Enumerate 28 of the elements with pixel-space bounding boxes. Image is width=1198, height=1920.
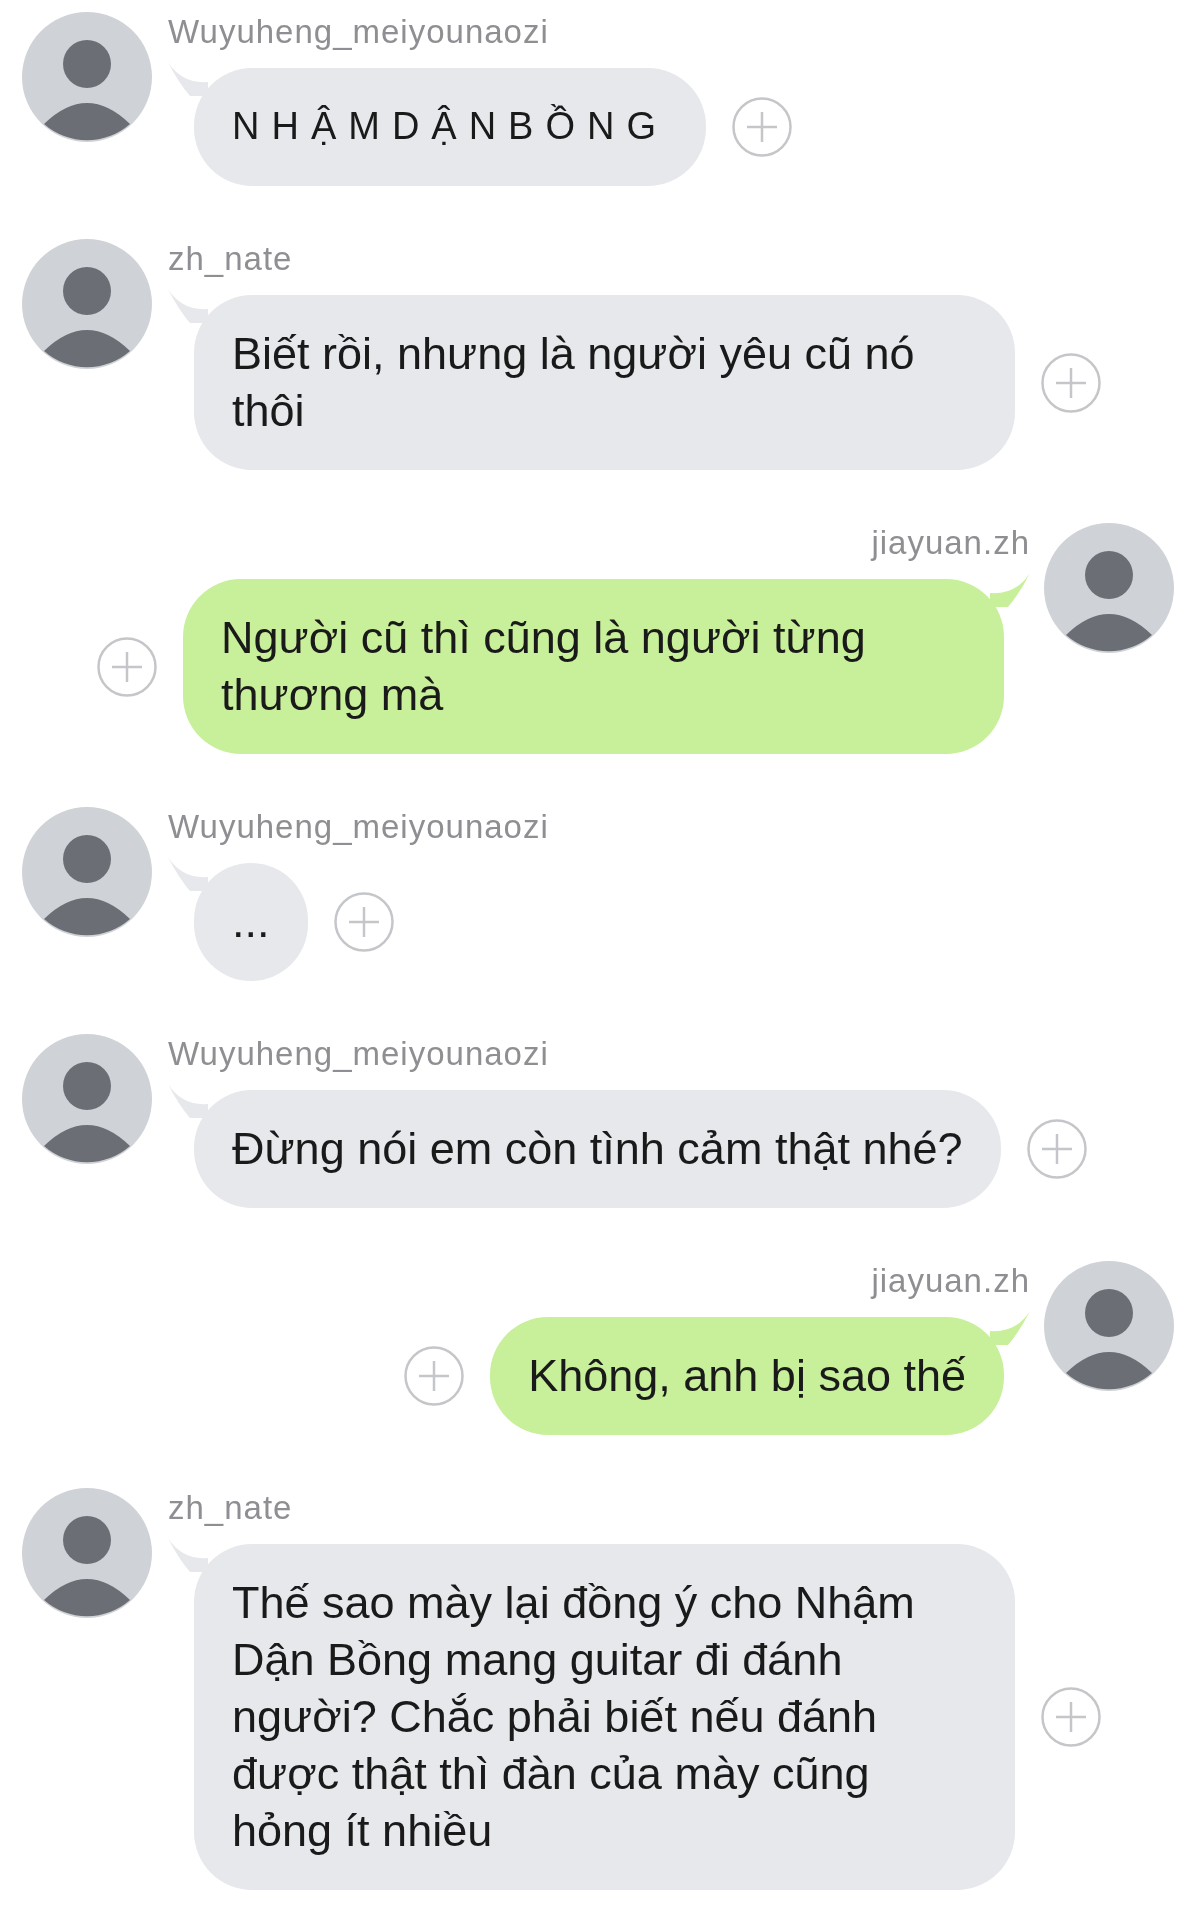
avatar[interactable] (22, 1034, 152, 1164)
bubble-tail (990, 573, 1030, 607)
bubble-tail (168, 1538, 208, 1572)
avatar[interactable] (22, 1488, 152, 1618)
bubble-tail (168, 289, 208, 323)
message-bubble: Biết rồi, nhưng là người yêu cũ nó thôi (194, 295, 1015, 470)
message-bubble: ... (194, 863, 308, 981)
message-bubble: Đừng nói em còn tình cảm thật nhé? (194, 1090, 1001, 1208)
sender-name: zh_nate (168, 1488, 294, 1528)
avatar[interactable] (22, 807, 152, 937)
sender-name: jiayuan.zh (871, 523, 1030, 563)
bubble-tail (168, 62, 208, 96)
sender-name: Wuyuheng_meiyounaozi (168, 1034, 550, 1074)
sender-name: Wuyuheng_meiyounaozi (168, 807, 549, 847)
avatar[interactable] (22, 239, 152, 369)
sender-name: Wuyuheng_meiyounaozi (168, 12, 550, 52)
avatar[interactable] (1044, 1261, 1174, 1391)
sender-name: jiayuan.zh (871, 1261, 1030, 1301)
message-bubble: Người cũ thì cũng là người từng thương mà (183, 579, 1004, 754)
bubble-tail (168, 857, 208, 891)
message-bubble: Thế sao mày lại đồng ý cho Nhậm Dận Bồng mang guitar đi đánh người? Chắc phải biết nếu đánh được thật thì đàn của mày cũng hỏng ít nhiều (194, 1544, 1015, 1890)
bubble-tail (990, 1311, 1030, 1345)
avatar[interactable] (22, 12, 152, 142)
sender-name: zh_nate (168, 239, 294, 279)
message-bubble: Không, anh bị sao thế (490, 1317, 1004, 1435)
avatar[interactable] (1044, 523, 1174, 653)
message-bubble: NHẬMDẬNBỒNG (194, 68, 707, 186)
bubble-tail (168, 1084, 208, 1118)
